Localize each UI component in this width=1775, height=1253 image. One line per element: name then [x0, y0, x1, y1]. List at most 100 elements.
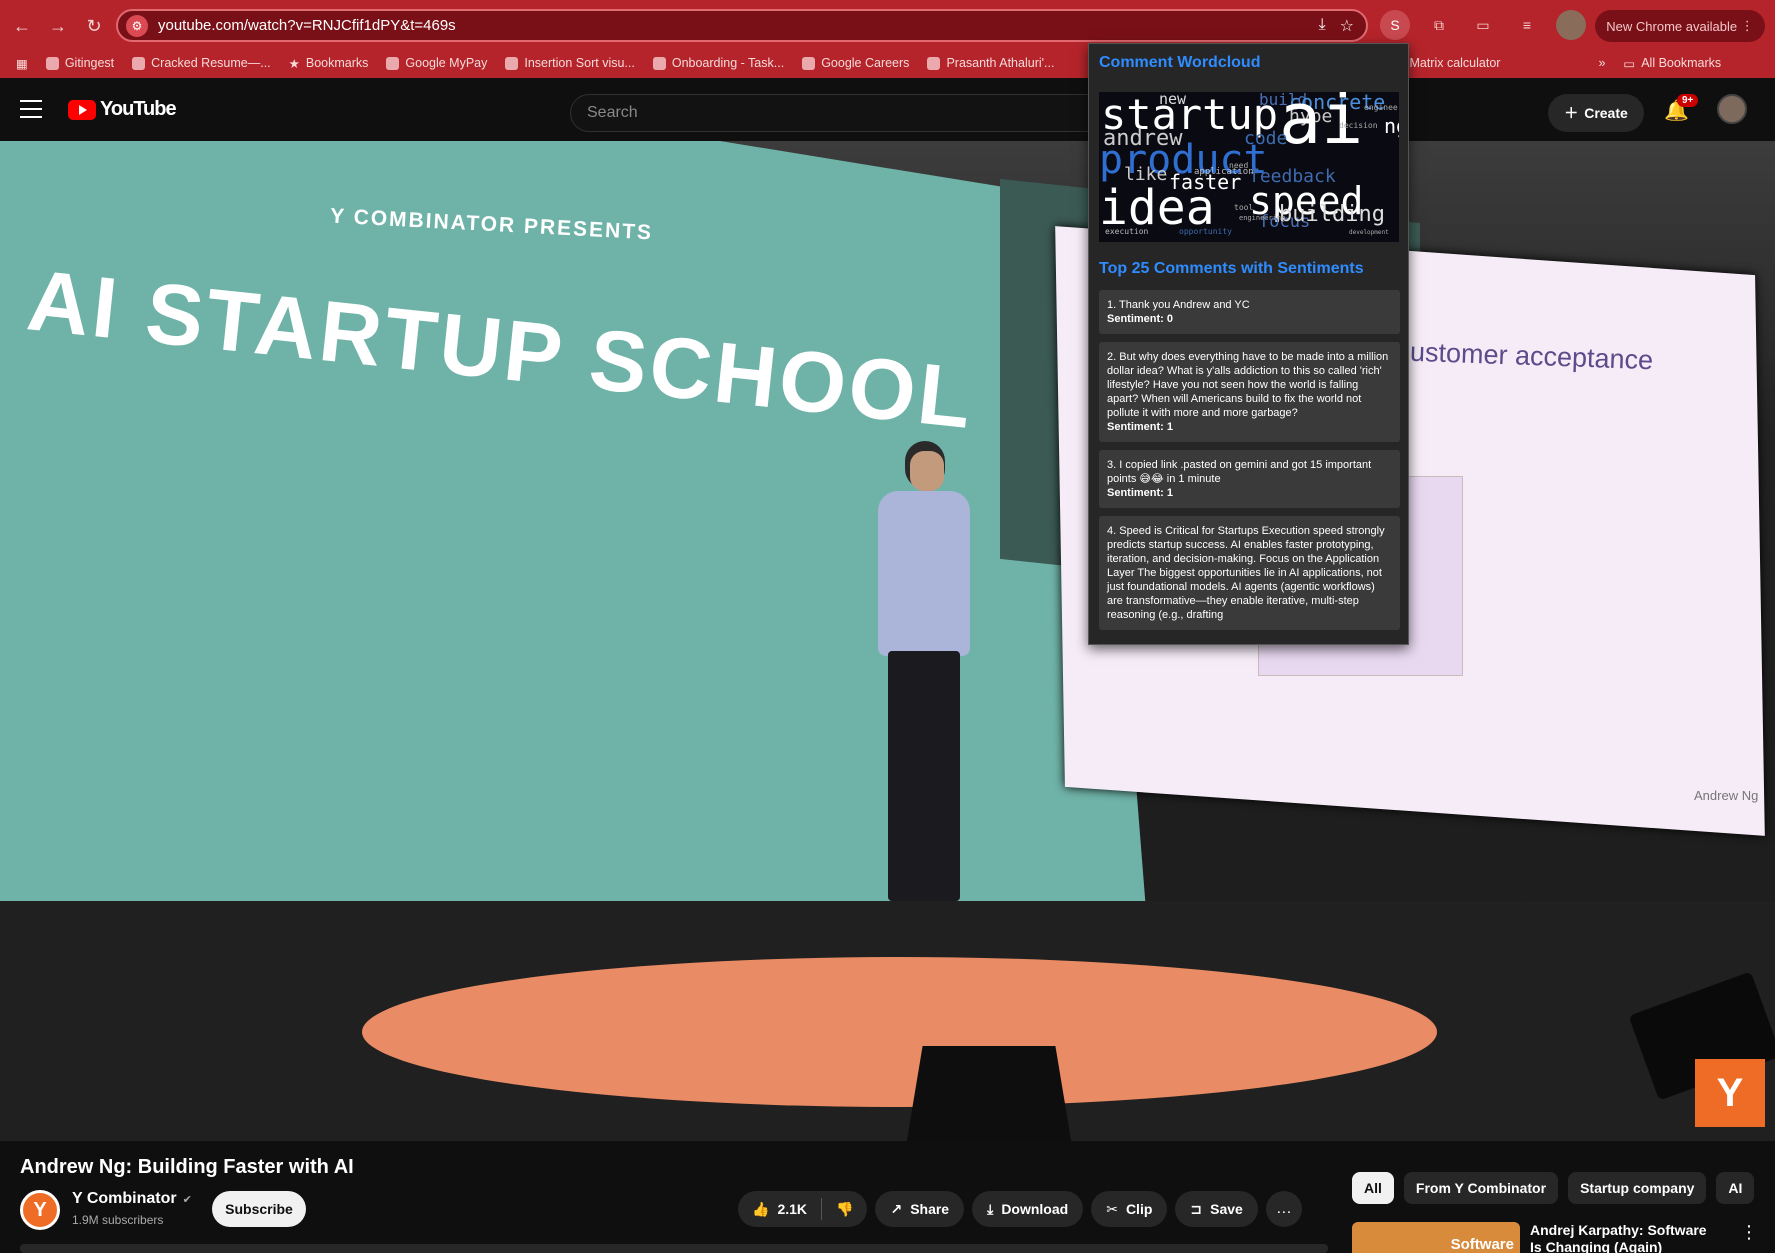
reading-list-icon[interactable]: ≡ [1512, 10, 1542, 40]
profile-avatar-icon[interactable] [1556, 10, 1586, 40]
bookmark-icon [927, 56, 941, 70]
youtube-header: YouTube Search ＋ Create 🔔 9+ [0, 78, 1775, 141]
notification-badge: 9+ [1677, 94, 1699, 107]
wordcloud-word: decision [1339, 121, 1378, 130]
comments-heading: Top 25 Comments with Sentiments [1099, 260, 1364, 277]
forward-icon[interactable]: → [44, 12, 72, 40]
reload-icon[interactable]: ↻ [80, 12, 108, 40]
extensions-icon[interactable]: ⧉ [1424, 10, 1454, 40]
channel-avatar[interactable]: Y [20, 1190, 60, 1230]
bookmark-icon: ⊐ [1190, 1200, 1203, 1217]
comment-item: 3. I copied link .pasted on gemini and g… [1099, 450, 1400, 508]
bookmark-label: Cracked Resume—... [151, 56, 271, 70]
dislike-button[interactable]: 👎 [822, 1201, 867, 1218]
channel-name[interactable]: Y Combinator ✔ [72, 1190, 192, 1208]
bookmark-label: Google Careers [821, 56, 910, 70]
chrome-update-label: New Chrome available [1606, 18, 1738, 34]
comment-sentiment: Sentiment: 1 [1107, 487, 1174, 499]
comment-text: 2. But why does everything have to be ma… [1107, 351, 1389, 419]
wordcloud-word: development [1349, 229, 1389, 236]
chrome-update-button[interactable]: New Chrome available ⋮ [1595, 10, 1765, 42]
bookmark-item[interactable]: Prasanth Athaluri'... [927, 56, 1054, 70]
chip-ai[interactable]: AI [1716, 1172, 1755, 1204]
bookmark-label: Gitingest [64, 56, 115, 70]
chip-startup-company[interactable]: Startup company [1568, 1172, 1707, 1204]
recommended-video[interactable]: Software Andrej Karpathy: Software Is Ch… [1352, 1222, 1710, 1253]
chip-from-yc[interactable]: From Y Combinator [1403, 1172, 1559, 1204]
video-player[interactable]: ustomer acceptance Andrew Ng Y COMBINATO… [0, 141, 1775, 1141]
plus-icon: ＋ [1564, 105, 1579, 121]
speaker-pants [888, 651, 960, 901]
bookmark-icon [132, 56, 146, 70]
recommended-thumbnail[interactable]: Software [1352, 1222, 1520, 1253]
star-icon[interactable]: ☆ [1340, 16, 1354, 36]
bookmark-item[interactable]: Gitingest [45, 56, 115, 70]
bookmark-item[interactable]: Insertion Sort visu... [505, 56, 635, 70]
apps-icon[interactable]: ▦ [16, 56, 28, 71]
youtube-logo[interactable]: YouTube [68, 98, 177, 121]
comment-sentiment: Sentiment: 1 [1107, 421, 1174, 433]
all-bookmarks-label: All Bookmarks [1641, 56, 1722, 70]
extension-s-icon[interactable]: S [1380, 10, 1410, 40]
youtube-wordmark: YouTube [100, 98, 177, 120]
folder-icon: ▭ [1623, 56, 1636, 71]
avatar[interactable] [1717, 94, 1747, 124]
search-input[interactable]: Search [570, 94, 1090, 132]
url-text[interactable]: youtube.com/watch?v=RNJCfif1dPY&t=469s [158, 17, 456, 34]
wordcloud-heading: Comment Wordcloud [1099, 54, 1261, 71]
thumbs-down-icon: 👎 [836, 1200, 854, 1217]
download-label: Download [1001, 1201, 1069, 1217]
nav-buttons: ← → ↻ [8, 12, 108, 40]
install-icon[interactable]: ⤓ [1319, 16, 1326, 36]
bookmarks-overflow-icon[interactable]: » [1598, 56, 1605, 70]
slide-author: Andrew Ng [1694, 788, 1759, 803]
download-button[interactable]: ⤓ Download [972, 1191, 1084, 1227]
chip-all[interactable]: All [1352, 1172, 1394, 1204]
subscribe-button[interactable]: Subscribe [212, 1191, 306, 1227]
bookmark-label: Google MyPay [405, 56, 488, 70]
like-button[interactable]: 👍 2.1K [738, 1198, 823, 1220]
wordcloud-word: need [1229, 161, 1249, 170]
subscriber-count: 1.9M subscribers [72, 1213, 164, 1227]
channel-name-text[interactable]: Y Combinator [72, 1190, 177, 1208]
bookmark-item[interactable]: Google Careers [802, 56, 909, 70]
download-icon: ⤓ [987, 1200, 994, 1217]
comment-item: 2. But why does everything have to be ma… [1099, 342, 1400, 442]
recommendation-chips: All From Y Combinator Startup company AI [1352, 1172, 1755, 1204]
bookmark-item[interactable]: Google MyPay [386, 56, 487, 70]
clip-button[interactable]: ✂ Clip [1091, 1191, 1168, 1227]
site-info-icon[interactable]: ⚙ [126, 14, 148, 37]
all-bookmarks-item[interactable]: ▭ All Bookmarks [1623, 56, 1721, 71]
wordcloud-word: opportunity [1179, 227, 1232, 236]
comment-item: 4. Speed is Critical for Startups Execut… [1099, 516, 1400, 630]
cast-icon[interactable]: ▭ [1468, 10, 1498, 40]
bookmark-item[interactable]: ★ Bookmarks [289, 56, 369, 71]
bookmark-item[interactable]: Onboarding - Task... [652, 56, 785, 70]
share-label: Share [910, 1201, 950, 1217]
address-bar[interactable]: ⚙ youtube.com/watch?v=RNJCfif1dPY&t=469s… [116, 9, 1368, 42]
bookmark-label: Bookmarks [305, 56, 369, 70]
yc-watermark: Y [1695, 1059, 1765, 1127]
comment-item: 1. Thank you Andrew and YC Sentiment: 0 [1099, 290, 1400, 334]
back-icon[interactable]: ← [8, 12, 36, 40]
more-actions-button[interactable]: … [1265, 1191, 1302, 1227]
wordcloud-word: idea [1099, 180, 1215, 236]
omnibox-actions: ⤓ ☆ [1319, 16, 1354, 36]
description-box-edge [20, 1244, 1328, 1253]
wordcloud-word: ng [1384, 114, 1399, 138]
bookmark-item[interactable]: Cracked Resume—... [132, 56, 271, 70]
menu-icon[interactable] [20, 100, 42, 118]
save-button[interactable]: ⊐ Save [1175, 1191, 1258, 1227]
bookmarks-bar: ▦ Gitingest Cracked Resume—... ★ Bookmark… [0, 50, 1775, 76]
create-button[interactable]: ＋ Create [1548, 94, 1644, 132]
bookmark-label: Prasanth Athaluri'... [946, 56, 1055, 70]
share-button[interactable]: ↗ Share [875, 1191, 965, 1227]
bookmark-label: Onboarding - Task... [671, 56, 785, 70]
recommended-title[interactable]: Andrej Karpathy: Software Is Changing (A… [1530, 1222, 1710, 1253]
share-icon: ↗ [890, 1200, 903, 1217]
video-title: Andrew Ng: Building Faster with AI [20, 1156, 354, 1178]
star-icon: ★ [288, 56, 300, 71]
more-vert-icon[interactable]: ⋮ [1740, 1222, 1758, 1243]
extension-popup: Comment Wordcloud new build concrete startu… [1088, 43, 1409, 645]
bookmark-icon [386, 56, 400, 70]
